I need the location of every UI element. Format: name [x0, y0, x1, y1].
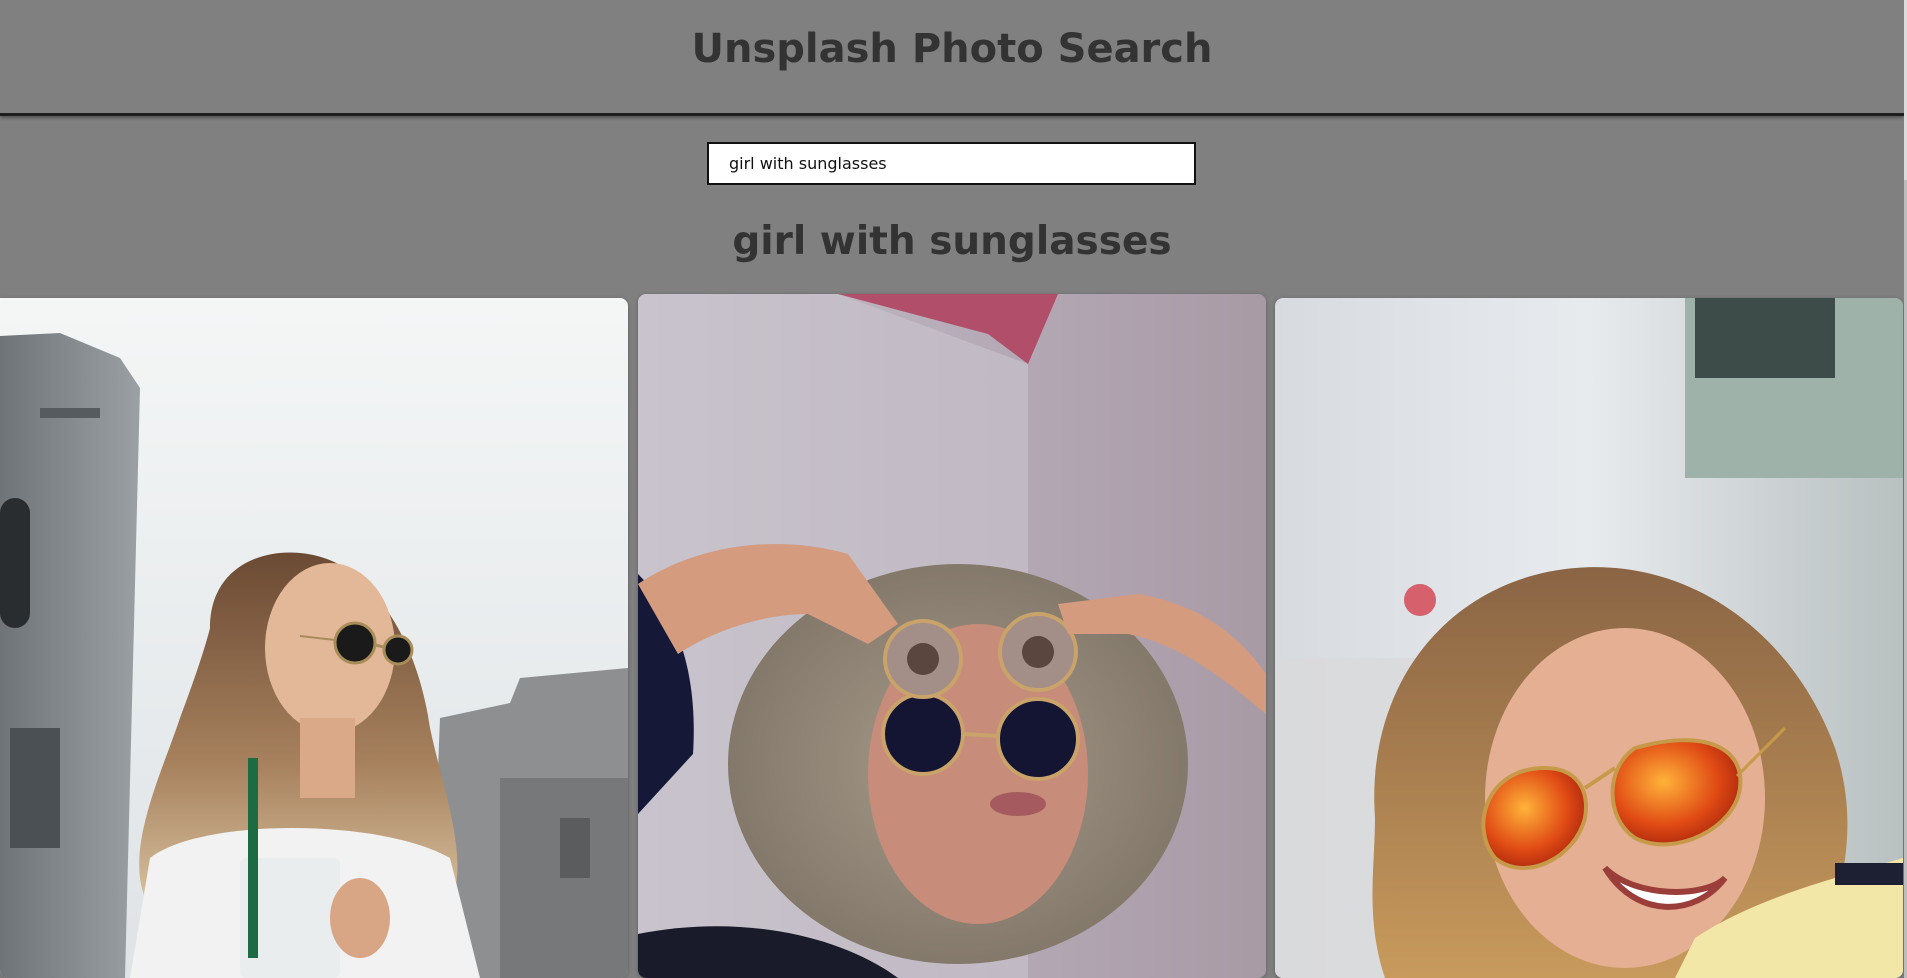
search-input[interactable] [709, 144, 1194, 183]
photo-image-3 [1275, 298, 1903, 978]
photo-card-3[interactable] [1275, 298, 1903, 978]
photo-card-2[interactable] [638, 294, 1266, 978]
page-header: Unsplash Photo Search [0, 0, 1904, 116]
photo-image-2 [638, 294, 1266, 978]
search-box [707, 142, 1196, 185]
app-window: Unsplash Photo Search girl with sunglass… [0, 0, 1907, 978]
photo-card-1[interactable] [0, 298, 628, 978]
page: Unsplash Photo Search girl with sunglass… [0, 0, 1904, 978]
photo-image-1 [0, 298, 628, 978]
results-heading: girl with sunglasses [732, 219, 1172, 264]
app-title: Unsplash Photo Search [691, 26, 1213, 72]
